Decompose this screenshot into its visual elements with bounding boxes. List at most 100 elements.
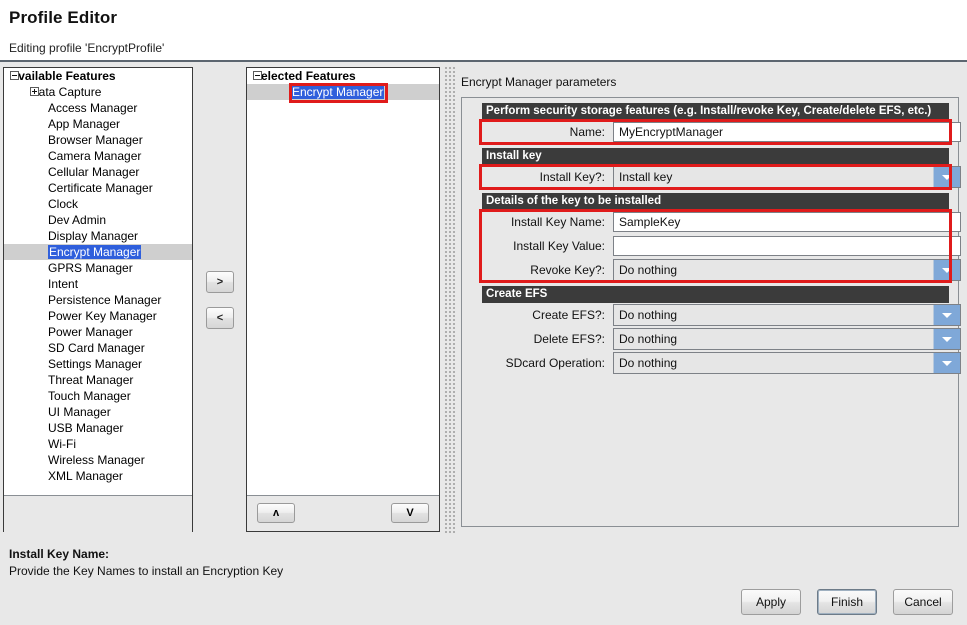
available-feature-item[interactable]: UI Manager xyxy=(4,404,192,420)
parameter-text-input[interactable]: SampleKey xyxy=(613,212,961,232)
expand-icon[interactable] xyxy=(30,87,39,96)
parameter-row: Install Key Value: xyxy=(482,234,961,258)
available-feature-item[interactable]: Browser Manager xyxy=(4,132,192,148)
available-feature-item-label: Wireless Manager xyxy=(48,453,145,467)
chevron-down-icon[interactable] xyxy=(933,260,960,280)
available-feature-item[interactable]: Threat Manager xyxy=(4,372,192,388)
parameter-text-input[interactable]: MyEncryptManager xyxy=(613,122,961,142)
parameter-label: Install Key Value: xyxy=(513,239,605,253)
chevron-down-icon[interactable] xyxy=(933,167,960,187)
available-feature-item-label: USB Manager xyxy=(48,421,124,435)
parameter-label: Install Key Name: xyxy=(510,215,605,229)
available-feature-item[interactable]: Power Key Manager xyxy=(4,308,192,324)
available-feature-item[interactable]: Touch Manager xyxy=(4,388,192,404)
available-feature-item[interactable]: GPRS Manager xyxy=(4,260,192,276)
selected-features-root[interactable]: Selected Features xyxy=(247,68,439,84)
available-features-root-label: Available Features xyxy=(10,69,116,83)
available-feature-item[interactable]: Camera Manager xyxy=(4,148,192,164)
parameter-text-input[interactable] xyxy=(613,236,961,256)
available-feature-item-label: Touch Manager xyxy=(48,389,131,403)
available-feature-item-label: Browser Manager xyxy=(48,133,143,147)
available-feature-item-label: Dev Admin xyxy=(48,213,107,227)
parameter-dropdown[interactable]: Do nothing xyxy=(613,259,961,281)
apply-button[interactable]: Apply xyxy=(741,589,801,615)
section-header: Perform security storage features (e.g. … xyxy=(482,103,949,120)
remove-feature-button[interactable]: < xyxy=(206,307,234,329)
available-feature-item[interactable]: XML Manager xyxy=(4,468,192,484)
available-feature-item[interactable]: Clock xyxy=(4,196,192,212)
available-feature-item[interactable]: Power Manager xyxy=(4,324,192,340)
parameter-row: Install Key Name: SampleKey xyxy=(482,210,961,234)
parameter-label: Name: xyxy=(569,125,605,139)
available-feature-item[interactable]: SD Card Manager xyxy=(4,340,192,356)
selected-features-root-label: Selected Features xyxy=(253,69,356,83)
cancel-button[interactable]: Cancel xyxy=(893,589,953,615)
collapse-icon[interactable] xyxy=(253,71,262,80)
section-header: Create EFS xyxy=(482,286,949,303)
selected-features-footer: ʌ V xyxy=(247,497,439,531)
section-header: Details of the key to be installed xyxy=(482,193,949,210)
available-feature-item[interactable]: Dev Admin xyxy=(4,212,192,228)
transfer-button-column: > < xyxy=(196,67,244,532)
available-feature-item[interactable]: Cellular Manager xyxy=(4,164,192,180)
available-feature-item-label: Clock xyxy=(48,197,79,211)
available-features-root[interactable]: Available Features xyxy=(4,68,192,84)
available-feature-item[interactable]: Encrypt Manager xyxy=(4,244,192,260)
dialog-footer: Apply Finish Cancel xyxy=(0,581,967,625)
selected-feature-item-label: Encrypt Manager xyxy=(291,85,385,99)
finish-button[interactable]: Finish xyxy=(817,589,877,615)
available-feature-item-label: Power Key Manager xyxy=(48,309,157,323)
available-feature-item-label: GPRS Manager xyxy=(48,261,133,275)
dialog-body: Available Features Data Capture Access Ma… xyxy=(0,64,967,543)
parameter-label: Revoke Key?: xyxy=(530,263,605,277)
chevron-down-icon[interactable] xyxy=(933,329,960,349)
available-feature-item[interactable]: App Manager xyxy=(4,116,192,132)
move-up-button[interactable]: ʌ xyxy=(257,503,295,523)
available-feature-item[interactable]: Access Manager xyxy=(4,100,192,116)
available-feature-item-label: Encrypt Manager xyxy=(48,245,142,259)
status-title: Install Key Name: xyxy=(9,547,110,561)
dialog-header: Profile Editor Editing profile 'EncryptP… xyxy=(0,0,967,62)
available-feature-item[interactable]: Data Capture xyxy=(4,84,192,100)
available-feature-item[interactable]: Persistence Manager xyxy=(4,292,192,308)
available-feature-item-label: Threat Manager xyxy=(48,373,134,387)
parameters-panel: Encrypt Manager parameters Perform secur… xyxy=(458,67,963,533)
available-feature-item-label: XML Manager xyxy=(48,469,123,483)
available-feature-item[interactable]: Intent xyxy=(4,276,192,292)
available-feature-item-label: Settings Manager xyxy=(48,357,143,371)
parameter-dropdown[interactable]: Do nothing xyxy=(613,352,961,374)
selected-features-panel: Selected Features Encrypt Manager ʌ V xyxy=(246,67,440,532)
available-feature-item[interactable]: Settings Manager xyxy=(4,356,192,372)
status-area: Install Key Name: Provide the Key Names … xyxy=(0,545,967,581)
parameter-row: Delete EFS?: Do nothing xyxy=(482,327,961,351)
parameter-label: Install Key?: xyxy=(539,170,605,184)
available-feature-item[interactable]: USB Manager xyxy=(4,420,192,436)
collapse-icon[interactable] xyxy=(10,71,19,80)
add-feature-button[interactable]: > xyxy=(206,271,234,293)
available-feature-item-label: Cellular Manager xyxy=(48,165,140,179)
parameter-dropdown[interactable]: Install key xyxy=(613,166,961,188)
available-feature-item-label: Data Capture xyxy=(30,85,102,99)
available-feature-item-label: Power Manager xyxy=(48,325,133,339)
parameter-row: Name: MyEncryptManager xyxy=(482,120,961,144)
available-feature-item[interactable]: Display Manager xyxy=(4,228,192,244)
parameter-dropdown[interactable]: Do nothing xyxy=(613,304,961,326)
parameter-row: Revoke Key?: Do nothing xyxy=(482,258,961,282)
panel-sash-divider[interactable] xyxy=(444,66,455,533)
available-features-footer xyxy=(4,497,192,532)
parameter-dropdown[interactable]: Do nothing xyxy=(613,328,961,350)
available-feature-item-label: SD Card Manager xyxy=(48,341,145,355)
selected-features-list[interactable]: Selected Features Encrypt Manager xyxy=(247,68,439,496)
move-down-button[interactable]: V xyxy=(391,503,429,523)
selected-feature-item[interactable]: Encrypt Manager xyxy=(247,84,439,100)
chevron-down-icon[interactable] xyxy=(933,353,960,373)
available-feature-item-label: App Manager xyxy=(48,117,121,131)
available-feature-item-label: Certificate Manager xyxy=(48,181,153,195)
available-feature-item[interactable]: Wi-Fi xyxy=(4,436,192,452)
status-description: Provide the Key Names to install an Encr… xyxy=(9,564,284,578)
page-title: Profile Editor xyxy=(9,8,118,27)
available-features-list[interactable]: Available Features Data Capture Access Ma… xyxy=(4,68,192,496)
available-feature-item[interactable]: Wireless Manager xyxy=(4,452,192,468)
available-feature-item[interactable]: Certificate Manager xyxy=(4,180,192,196)
chevron-down-icon[interactable] xyxy=(933,305,960,325)
